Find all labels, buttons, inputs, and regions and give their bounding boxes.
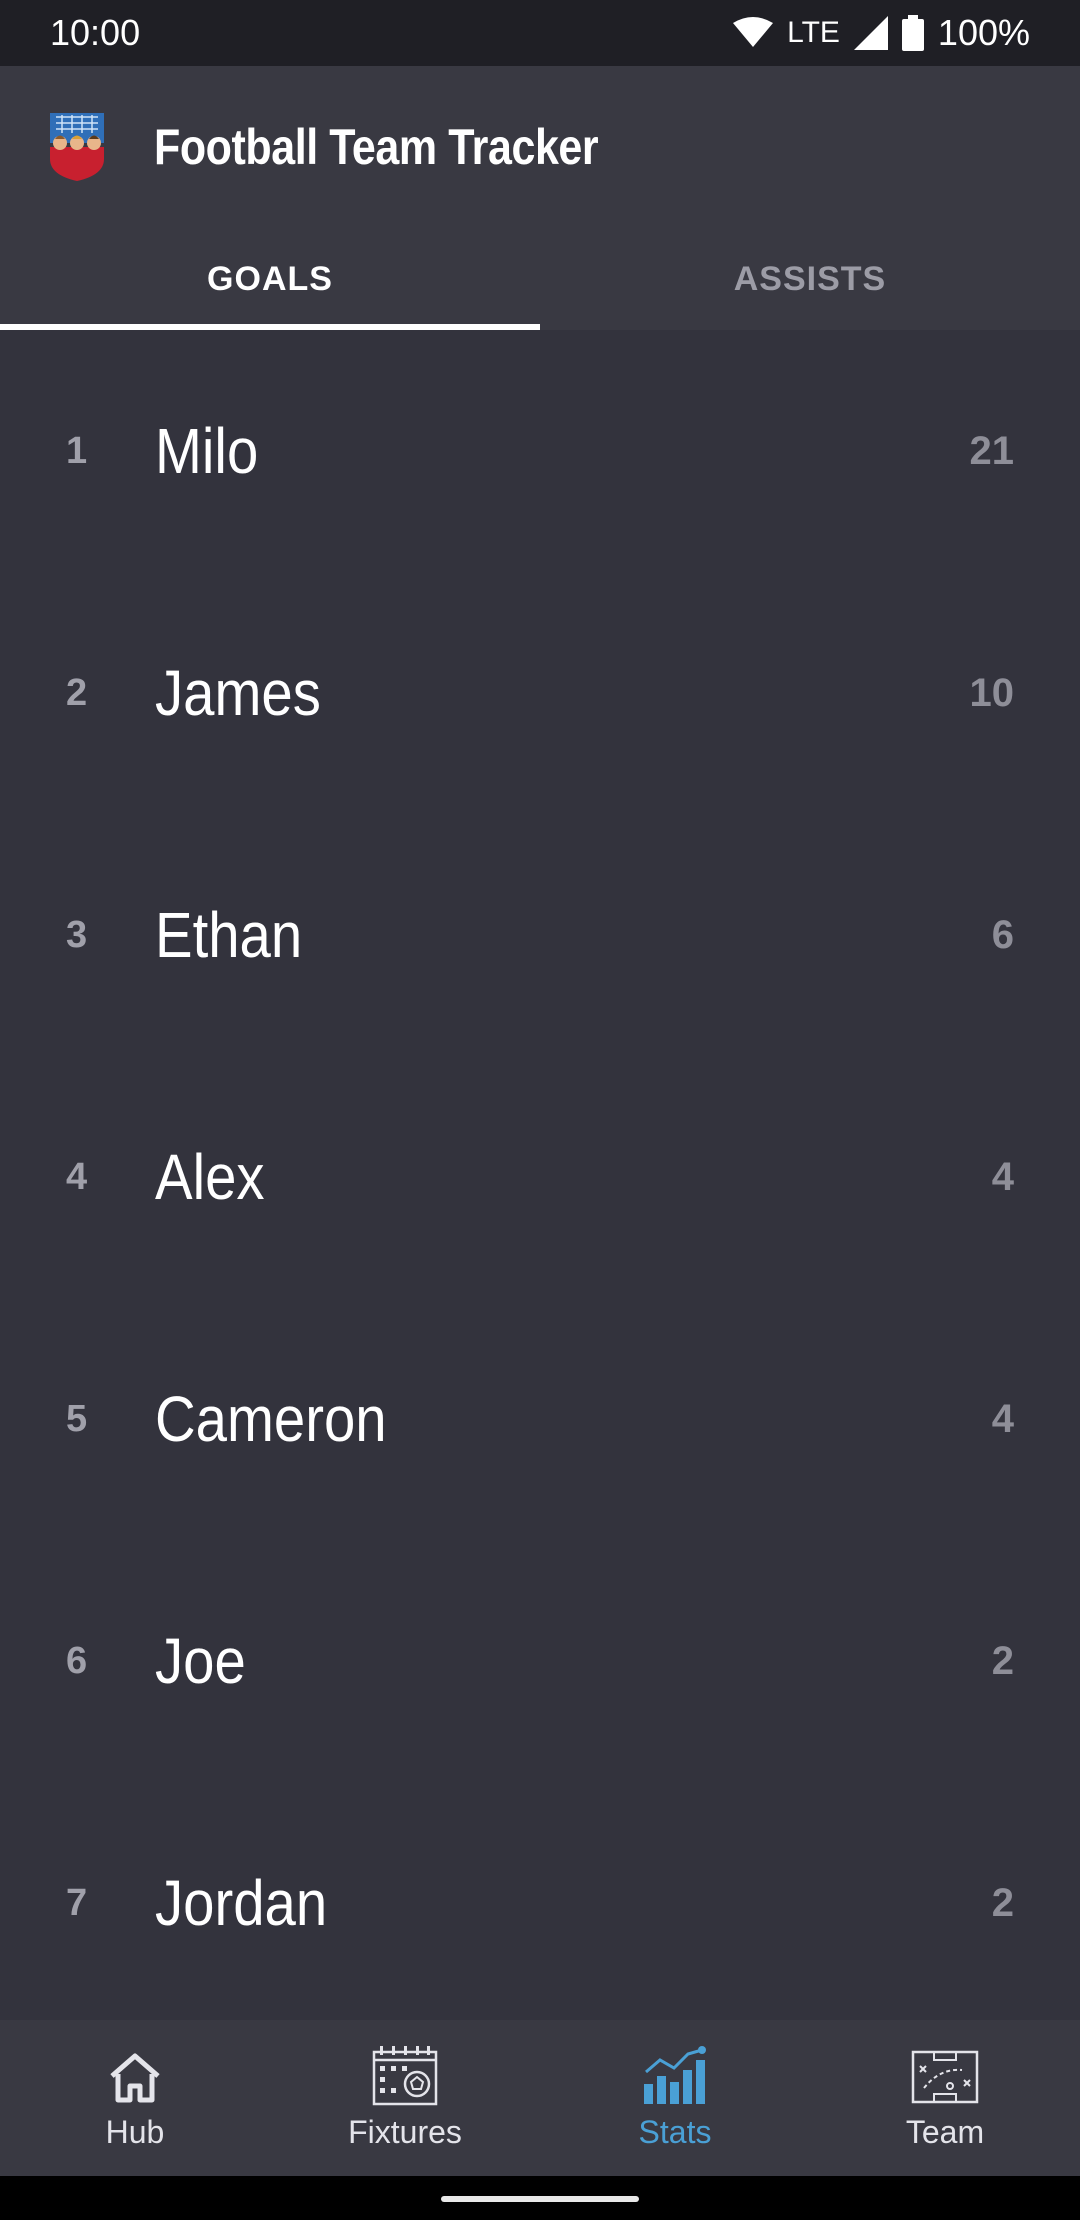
team-crest-icon: [50, 113, 104, 181]
bar-chart-icon: [644, 2045, 706, 2104]
nav-team-label: Team: [905, 2113, 985, 2150]
player-goals: 10: [969, 670, 1015, 715]
player-name: Cameron: [155, 1383, 387, 1455]
player-goals: 6: [991, 912, 1014, 957]
list-item[interactable]: 2 James 10: [0, 572, 1080, 814]
status-icons: LTE 100%: [733, 12, 1030, 54]
tactics-board-icon: [911, 2050, 979, 2103]
player-rank: 2: [66, 671, 88, 714]
player-rank: 1: [66, 429, 88, 472]
player-rank: 4: [66, 1155, 88, 1198]
list-item[interactable]: 4 Alex 4: [0, 1056, 1080, 1298]
wifi-icon: [733, 17, 774, 47]
home-icon: [110, 2053, 160, 2102]
goals-leaderboard: 1 Milo 21 2 James 10 3 Ethan 6 4 Alex 4 …: [0, 330, 1080, 2020]
player-name: Joe: [155, 1625, 246, 1697]
nav-stats-label: Stats: [638, 2113, 712, 2150]
network-type: LTE: [787, 16, 840, 49]
bottom-nav: Hub Fixtures Stats Team: [0, 2020, 1080, 2176]
gesture-area: [0, 2176, 1080, 2220]
nav-hub[interactable]: Hub: [0, 2020, 270, 2176]
player-goals: 4: [991, 1396, 1014, 1441]
app-header: Football Team Tracker: [0, 66, 1080, 228]
battery-level: 100%: [937, 12, 1030, 53]
player-goals: 2: [991, 1638, 1014, 1683]
player-name: Ethan: [155, 899, 303, 971]
status-bar: 10:00 LTE 100%: [0, 0, 1080, 66]
calendar-icon: [372, 2045, 438, 2105]
nav-fixtures[interactable]: Fixtures: [270, 2020, 540, 2176]
player-goals: 2: [991, 1880, 1014, 1925]
player-name: Alex: [155, 1141, 265, 1213]
player-rank: 6: [66, 1639, 88, 1682]
app-bar: Football Team Tracker GOALS ASSISTS: [0, 66, 1080, 330]
stats-tabs: GOALS ASSISTS: [0, 228, 1080, 330]
app-title: Football Team Tracker: [154, 119, 599, 175]
player-name: Milo: [155, 415, 259, 487]
signal-icon: [853, 16, 888, 50]
player-rank: 5: [66, 1397, 88, 1440]
home-gesture-bar[interactable]: [441, 2196, 639, 2202]
player-rank: 3: [66, 913, 88, 956]
nav-fixtures-label: Fixtures: [348, 2113, 462, 2150]
player-rank: 7: [66, 1881, 88, 1924]
player-goals: 4: [991, 1154, 1014, 1199]
nav-team[interactable]: Team: [810, 2020, 1080, 2176]
status-time: 10:00: [50, 12, 141, 53]
player-name: Jordan: [155, 1867, 328, 1939]
tab-assists[interactable]: ASSISTS: [540, 228, 1080, 330]
nav-hub-label: Hub: [105, 2113, 165, 2150]
list-item[interactable]: 6 Joe 2: [0, 1540, 1080, 1782]
list-item[interactable]: 7 Jordan 2: [0, 1782, 1080, 2020]
list-item[interactable]: 1 Milo 21: [0, 330, 1080, 572]
nav-stats[interactable]: Stats: [540, 2020, 810, 2176]
battery-icon: [901, 15, 924, 51]
list-item[interactable]: 3 Ethan 6: [0, 814, 1080, 1056]
player-name: James: [155, 657, 321, 729]
player-goals: 21: [969, 428, 1015, 473]
tab-goals[interactable]: GOALS: [0, 228, 540, 330]
list-item[interactable]: 5 Cameron 4: [0, 1298, 1080, 1540]
